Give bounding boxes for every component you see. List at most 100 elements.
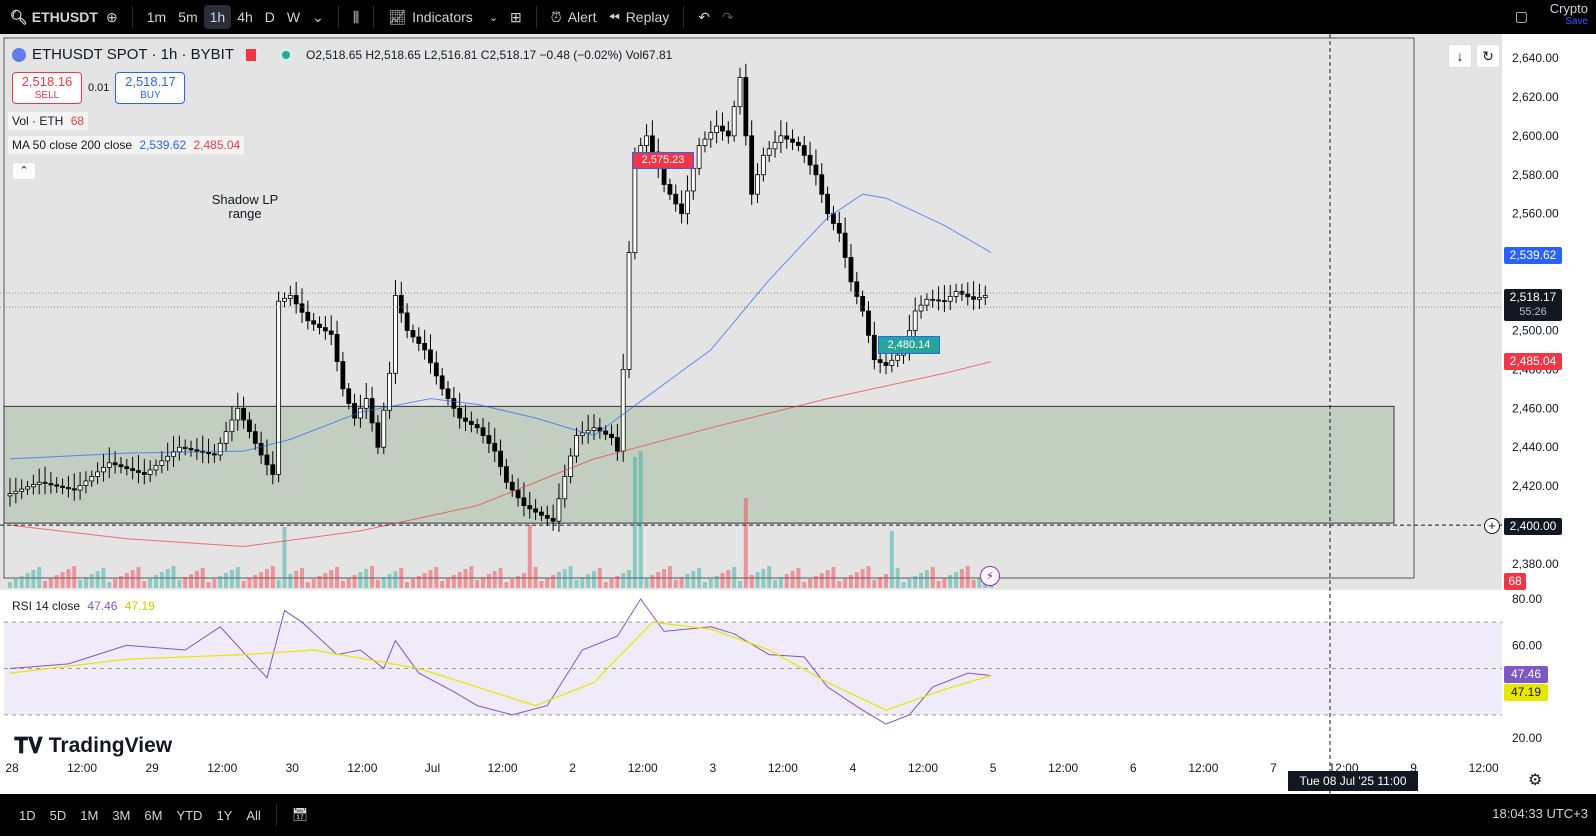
interval-d[interactable]: D (259, 5, 281, 29)
volume-bar (948, 575, 953, 588)
symbol-logo-icon (12, 47, 26, 62)
candle-body (942, 300, 947, 303)
volume-bar (241, 581, 246, 588)
volume-bar (895, 568, 900, 588)
buy-label: BUY (140, 90, 161, 101)
rsi-tick-label: 60.00 (1512, 638, 1542, 652)
interval-4h[interactable]: 4h (231, 5, 259, 29)
volume-bar (381, 577, 386, 588)
interval-w[interactable]: W (281, 5, 306, 29)
candle-body (544, 514, 550, 519)
volume-bar (679, 577, 684, 588)
range-6m[interactable]: 6M (137, 808, 169, 823)
sell-button[interactable]: 2,518.16 SELL (12, 72, 82, 104)
chart-type-button[interactable]: ⫼ (347, 5, 365, 30)
volume-legend[interactable]: Vol · ETH 68 (8, 112, 89, 130)
volume-bar (516, 576, 521, 588)
candle-body (971, 296, 976, 300)
ma-legend[interactable]: MA 50 close 200 close 2,539.62 2,485.04 (8, 136, 245, 154)
candle-body (13, 490, 19, 495)
volume-bar (48, 578, 53, 588)
range-5d[interactable]: 5D (43, 808, 74, 823)
volume-bar (843, 578, 848, 588)
add-alert-plus-icon[interactable]: + (1484, 518, 1500, 534)
volume-bar (504, 582, 509, 588)
legend-ohlc: O2,518.65 H2,518.65 L2,516.81 C2,518.17 … (306, 47, 673, 62)
volume-bar (323, 573, 328, 588)
interval-5m[interactable]: 5m (172, 5, 203, 29)
market-label[interactable]: Crypto Save (1550, 2, 1588, 28)
candle-body (136, 470, 141, 473)
layouts-button[interactable]: ⊞ (504, 5, 528, 30)
undo-button[interactable]: ↶ (692, 5, 716, 30)
save-link[interactable]: Save (1550, 15, 1588, 28)
volume-bar (580, 577, 585, 588)
volume-bar (878, 577, 883, 588)
volume-bar (574, 580, 579, 588)
range-1d[interactable]: 1D (12, 808, 43, 823)
interval-1m[interactable]: 1m (141, 5, 172, 29)
volume-bar (954, 572, 959, 588)
volume-bar (860, 569, 865, 588)
buy-button[interactable]: 2,518.17 BUY (115, 72, 186, 104)
rsi-ma-legend-value: 47.19 (124, 599, 155, 613)
candle-body (328, 330, 334, 335)
time-tick-label: 12:00 (1048, 761, 1078, 775)
volume-bar (229, 570, 234, 588)
interval-1h[interactable]: 1h (203, 5, 232, 29)
range-ytd[interactable]: YTD (169, 808, 209, 823)
reset-scale-button[interactable]: ↻ (1476, 44, 1500, 68)
volume-bar (621, 573, 626, 588)
volume-bar (457, 572, 462, 588)
redo-button[interactable]: ↷ (716, 5, 740, 30)
lightning-icon[interactable]: ⚡︎ (980, 566, 1000, 586)
price-tick-label: 2,620.00 (1512, 90, 1559, 104)
candle-body (714, 125, 720, 134)
range-1y[interactable]: 1Y (209, 808, 239, 823)
time-tick-label: 28 (5, 761, 19, 775)
tradingview-logo-icon: 𝐓𝐕 (14, 733, 43, 758)
candle-body (112, 462, 118, 466)
volume-bar (25, 573, 30, 588)
candle-body (229, 419, 235, 433)
rsi-legend[interactable]: RSI 14 close 47.46 47.19 (8, 597, 159, 615)
scroll-to-latest-button[interactable]: ↓ (1448, 44, 1472, 68)
replay-button[interactable]: ⏪︎ Replay (602, 5, 675, 30)
legend-collapse-button[interactable]: ⌃ (12, 162, 36, 180)
candle-body (982, 295, 988, 298)
volume-bar (113, 579, 118, 588)
candle-body (515, 489, 521, 499)
candle-body (498, 450, 503, 468)
volume-bar (965, 566, 970, 588)
alert-button[interactable]: ⏰︎ Alert (545, 5, 603, 30)
candle-body (614, 437, 620, 452)
volume-bar (177, 580, 182, 588)
volume-bar (726, 570, 731, 588)
symbol-search[interactable]: 🔍︎ ETHUSDT (0, 5, 100, 30)
time-tick-label: 12:00 (488, 761, 518, 775)
range-3m[interactable]: 3M (105, 808, 137, 823)
compare-add-button[interactable]: ⊕ (100, 5, 124, 30)
range-all[interactable]: All (239, 808, 267, 823)
volume-bar (644, 578, 649, 588)
legend-title: ETHUSDT SPOT · 1h · BYBIT (32, 46, 234, 63)
chevron-down-icon: ⌄ (312, 8, 324, 25)
range-1m[interactable]: 1M (73, 808, 105, 823)
time-tick-label: 12:00 (67, 761, 97, 775)
volume-bar (78, 580, 83, 588)
interval-dropdown[interactable]: ⌄ (306, 5, 330, 30)
candle-body (760, 154, 766, 176)
sell-price: 2,518.16 (21, 74, 73, 89)
candle-body (644, 135, 649, 146)
shadow-lp-annotation[interactable]: Shadow LP range (200, 193, 290, 221)
candle-body (743, 77, 749, 137)
candle-body (194, 449, 200, 452)
volume-bar (60, 572, 65, 588)
bar-countdown: 55:26 (1519, 306, 1547, 318)
volume-bar (662, 569, 667, 588)
settings-gear-icon[interactable]: ⚙︎ (1528, 770, 1542, 790)
clock[interactable]: 18:04:33 UTC+3 (1492, 806, 1588, 821)
date-range-calendar-icon[interactable]: 📅︎ (285, 807, 316, 823)
fullscreen-button[interactable]: ▢ (1509, 4, 1534, 29)
indicators-button[interactable]: 📈︎ Indicators ⌄ (382, 5, 504, 30)
